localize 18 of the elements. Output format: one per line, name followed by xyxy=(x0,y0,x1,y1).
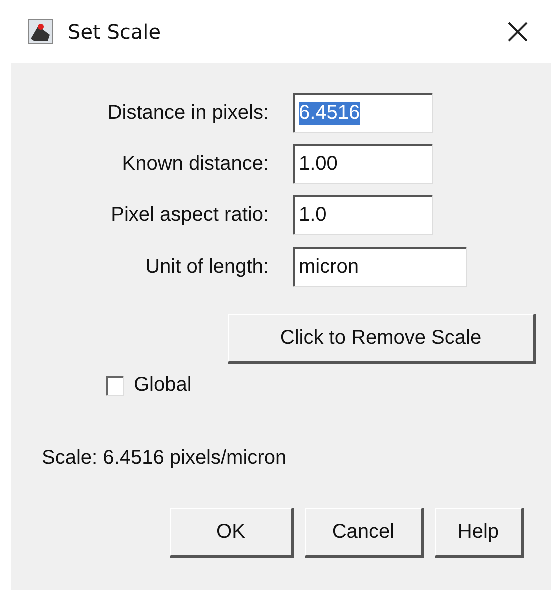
checkbox[interactable] xyxy=(106,376,124,396)
field-label: Pixel aspect ratio: xyxy=(110,204,269,226)
window-title: Set Scale xyxy=(68,20,162,44)
close-icon[interactable] xyxy=(507,20,529,42)
field-label: Distance in pixels: xyxy=(106,102,269,124)
input-field[interactable]: 6.4516 xyxy=(293,93,433,133)
input-field[interactable]: 1.00 xyxy=(293,144,433,184)
scale-text: Scale: 6.4516 pixels/micron xyxy=(42,447,288,470)
dialog-button[interactable]: Help xyxy=(435,508,524,558)
field-label: Unit of length: xyxy=(144,256,269,278)
dialog-button[interactable]: OK xyxy=(170,508,294,558)
input-field[interactable]: 1.0 xyxy=(293,195,433,235)
field-label: Known distance: xyxy=(121,152,269,176)
app-icon xyxy=(28,18,54,44)
input-field[interactable]: micron xyxy=(293,247,467,287)
dialog-button[interactable]: Cancel xyxy=(305,508,424,558)
remove-scale-button[interactable]: Click to Remove Scale xyxy=(228,314,536,364)
checkbox-label: Global xyxy=(134,374,192,397)
